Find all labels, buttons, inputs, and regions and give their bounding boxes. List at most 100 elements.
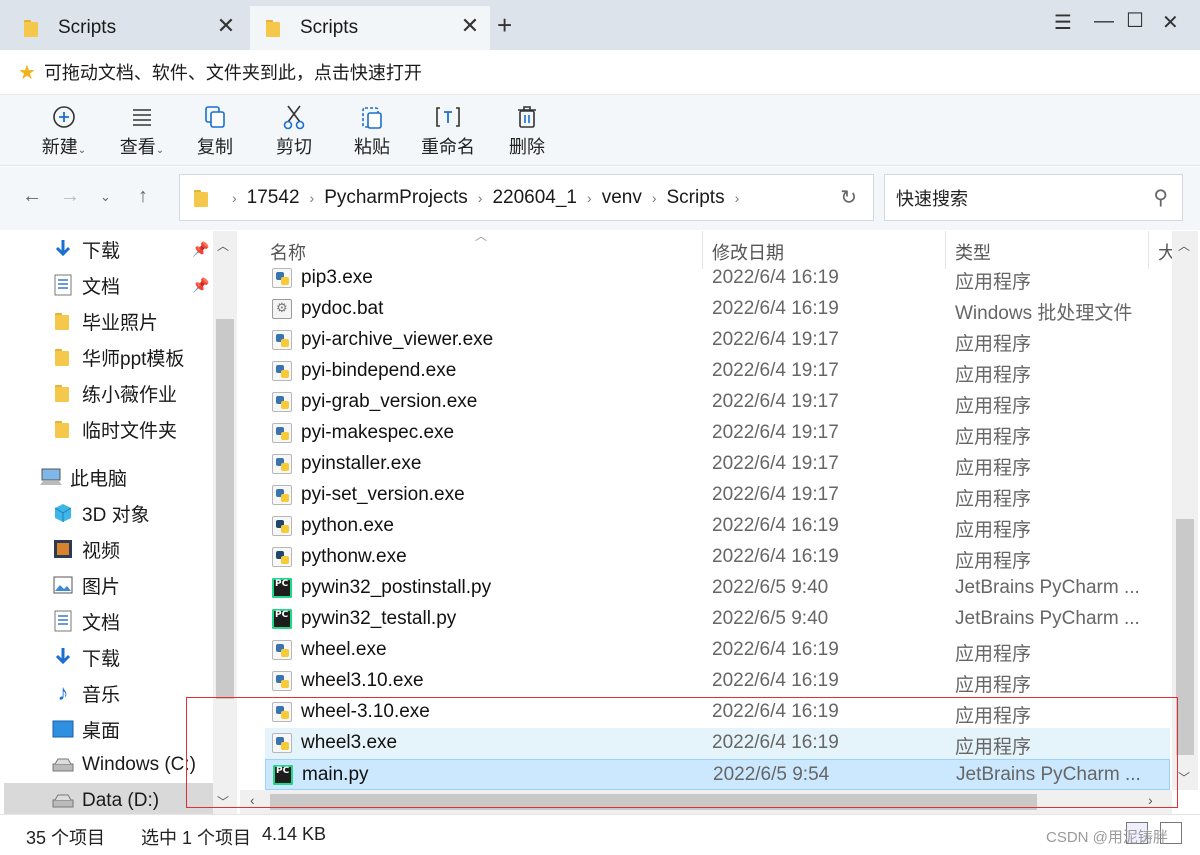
file-row[interactable]: pydoc.bat 2022/6/4 16:19 Windows 批处理文件	[265, 294, 1170, 325]
breadcrumb-label: PycharmProjects	[324, 186, 468, 208]
nav-item-folder[interactable]: 华师ppt模板	[52, 339, 240, 375]
file-row[interactable]: wheel3.10.exe 2022/6/4 16:19 应用程序	[265, 666, 1170, 697]
rename-button[interactable]: 重命名	[420, 103, 476, 159]
pin-icon[interactable]: 📌	[192, 241, 209, 258]
nav-item-folder[interactable]: 练小薇作业	[52, 375, 240, 411]
quick-access-hint-bar[interactable]: ★ 可拖动文档、软件、文件夹到此，点击快速打开	[0, 50, 1200, 94]
folder-icon	[52, 418, 74, 440]
file-type: 应用程序	[955, 272, 1032, 293]
view-button[interactable]: 查看⌄	[116, 103, 168, 159]
file-row[interactable]: pyi-set_version.exe 2022/6/4 19:17 应用程序	[265, 480, 1170, 511]
nav-item-desktop[interactable]: 桌面	[52, 711, 240, 747]
up-arrow-icon[interactable]: ↑	[138, 185, 148, 208]
nav-item-folder[interactable]: 临时文件夹	[52, 411, 240, 447]
file-row[interactable]: pyi-makespec.exe 2022/6/4 19:17 应用程序	[265, 418, 1170, 449]
file-row[interactable]: PC pywin32_postinstall.py 2022/6/5 9:40 Jet…	[265, 573, 1170, 604]
nav-item-drive-c[interactable]: Windows (C:)	[52, 747, 240, 783]
file-type: 应用程序	[955, 458, 1032, 479]
forward-arrow-icon[interactable]: →	[60, 185, 80, 208]
drive-icon	[52, 790, 74, 812]
nav-item-drive-d[interactable]: Data (D:)	[4, 783, 213, 814]
file-row[interactable]: PC main.py 2022/6/5 9:54 JetBrains PyCharm …	[265, 759, 1170, 790]
breadcrumb-item[interactable]: PycharmProjects ›	[324, 187, 492, 209]
refresh-icon[interactable]: ↻	[840, 185, 857, 210]
scrollbar-thumb[interactable]	[1176, 519, 1194, 755]
recent-locations-icon[interactable]: ⌄	[100, 189, 111, 205]
scroll-down-icon[interactable]: ﹀	[1178, 769, 1190, 786]
file-row[interactable]: pythonw.exe 2022/6/4 16:19 应用程序	[265, 542, 1170, 573]
python-exe-icon	[272, 671, 292, 691]
address-bar[interactable]: › 17542 › PycharmProjects › 220604_1 › venv…	[179, 174, 874, 221]
column-modified[interactable]: 修改日期	[712, 239, 784, 265]
file-row[interactable]: pyinstaller.exe 2022/6/4 19:17 应用程序	[265, 449, 1170, 480]
delete-button[interactable]: 删除	[505, 103, 549, 159]
close-window-icon[interactable]: ✕	[1162, 10, 1179, 35]
tab-label: Scripts	[300, 17, 359, 38]
breadcrumb-separator-icon: ›	[232, 189, 237, 206]
file-date: 2022/6/4 16:19	[712, 298, 839, 319]
menu-icon[interactable]: ☰	[1054, 10, 1072, 35]
scroll-up-icon[interactable]: ︿	[217, 237, 229, 254]
scroll-up-icon[interactable]: ︿	[1178, 237, 1190, 254]
nav-label: 图片	[82, 576, 121, 598]
rename-label: 重命名	[421, 137, 475, 157]
file-name: pyinstaller.exe	[301, 453, 422, 474]
file-row[interactable]: wheel.exe 2022/6/4 16:19 应用程序	[265, 635, 1170, 666]
python-exe-icon	[272, 330, 292, 350]
file-row[interactable]: pyi-bindepend.exe 2022/6/4 19:17 应用程序	[265, 356, 1170, 387]
paste-button[interactable]: 粘贴	[350, 103, 394, 159]
close-tab-icon[interactable]: ✕	[216, 15, 236, 37]
nav-label: 3D 对象	[82, 504, 150, 526]
nav-item-this-pc[interactable]: 此电脑	[40, 459, 240, 495]
close-tab-icon[interactable]: ✕	[460, 15, 480, 37]
new-button[interactable]: 新建⌄	[38, 103, 90, 159]
nav-item-documents-pc[interactable]: 文档	[52, 603, 240, 639]
breadcrumb-item[interactable]: venv ›	[602, 187, 667, 209]
breadcrumb-label: Scripts	[666, 186, 725, 208]
tab-scripts-2[interactable]: Scripts ✕	[250, 6, 490, 50]
file-row[interactable]: python.exe 2022/6/4 16:19 应用程序	[265, 511, 1170, 542]
pycharm-file-icon: PC	[273, 765, 293, 785]
scrollbar-thumb[interactable]	[216, 319, 234, 699]
file-row[interactable]: wheel3.exe 2022/6/4 16:19 应用程序	[265, 728, 1170, 759]
breadcrumb-item[interactable]: 17542 ›	[247, 187, 325, 209]
list-horizontal-scrollbar[interactable]: ‹ ›	[240, 790, 1172, 814]
new-tab-icon[interactable]: +	[497, 12, 512, 38]
back-arrow-icon[interactable]: ←	[22, 185, 42, 208]
pin-icon[interactable]: 📌	[192, 277, 209, 294]
cut-button[interactable]: 剪切	[272, 103, 316, 159]
scroll-down-icon[interactable]: ﹀	[217, 793, 229, 810]
list-vertical-scrollbar[interactable]: ︿ ﹀	[1172, 231, 1198, 790]
file-row[interactable]: pyi-grab_version.exe 2022/6/4 19:17 应用程序	[265, 387, 1170, 418]
file-name: pyi-grab_version.exe	[301, 391, 478, 412]
column-name[interactable]: 名称	[270, 239, 306, 265]
nav-item-videos[interactable]: 视频	[52, 531, 240, 567]
breadcrumb-item[interactable]: 220604_1 ›	[492, 187, 601, 209]
minimize-icon[interactable]: —	[1094, 10, 1114, 33]
scroll-left-icon[interactable]: ‹	[250, 792, 255, 808]
file-row[interactable]: pyi-archive_viewer.exe 2022/6/4 19:17 应用程序	[265, 325, 1170, 356]
scrollbar-thumb[interactable]	[270, 794, 1037, 810]
nav-scrollbar[interactable]: ︿ ﹀	[213, 231, 237, 814]
nav-item-downloads-pc[interactable]: 下载	[52, 639, 240, 675]
search-input[interactable]: 快速搜索 ⚲	[884, 174, 1183, 221]
nav-item-folder[interactable]: 毕业照片	[52, 303, 240, 339]
file-row[interactable]: PC pywin32_testall.py 2022/6/5 9:40 JetBrai…	[265, 604, 1170, 635]
file-row[interactable]: pip3.exe 2022/6/4 16:19 应用程序	[265, 263, 1170, 294]
pictures-icon	[52, 574, 74, 596]
folder-icon	[194, 189, 210, 207]
nav-item-downloads[interactable]: 下载	[52, 231, 240, 267]
maximize-icon[interactable]: ☐	[1126, 8, 1144, 33]
nav-item-3d-objects[interactable]: 3D 对象	[52, 495, 240, 531]
file-name: wheel-3.10.exe	[301, 701, 430, 722]
tab-scripts-1[interactable]: Scripts ✕	[6, 6, 246, 50]
nav-item-music[interactable]: ♪ 音乐	[52, 675, 240, 711]
breadcrumb-item[interactable]: Scripts ›	[667, 187, 750, 209]
nav-item-documents[interactable]: 文档	[52, 267, 240, 303]
column-type[interactable]: 类型	[955, 239, 991, 265]
file-row[interactable]: wheel-3.10.exe 2022/6/4 16:19 应用程序	[265, 697, 1170, 728]
search-icon[interactable]: ⚲	[1153, 185, 1168, 210]
copy-button[interactable]: 复制	[193, 103, 237, 159]
scroll-right-icon[interactable]: ›	[1148, 792, 1153, 808]
nav-item-pictures[interactable]: 图片	[52, 567, 240, 603]
